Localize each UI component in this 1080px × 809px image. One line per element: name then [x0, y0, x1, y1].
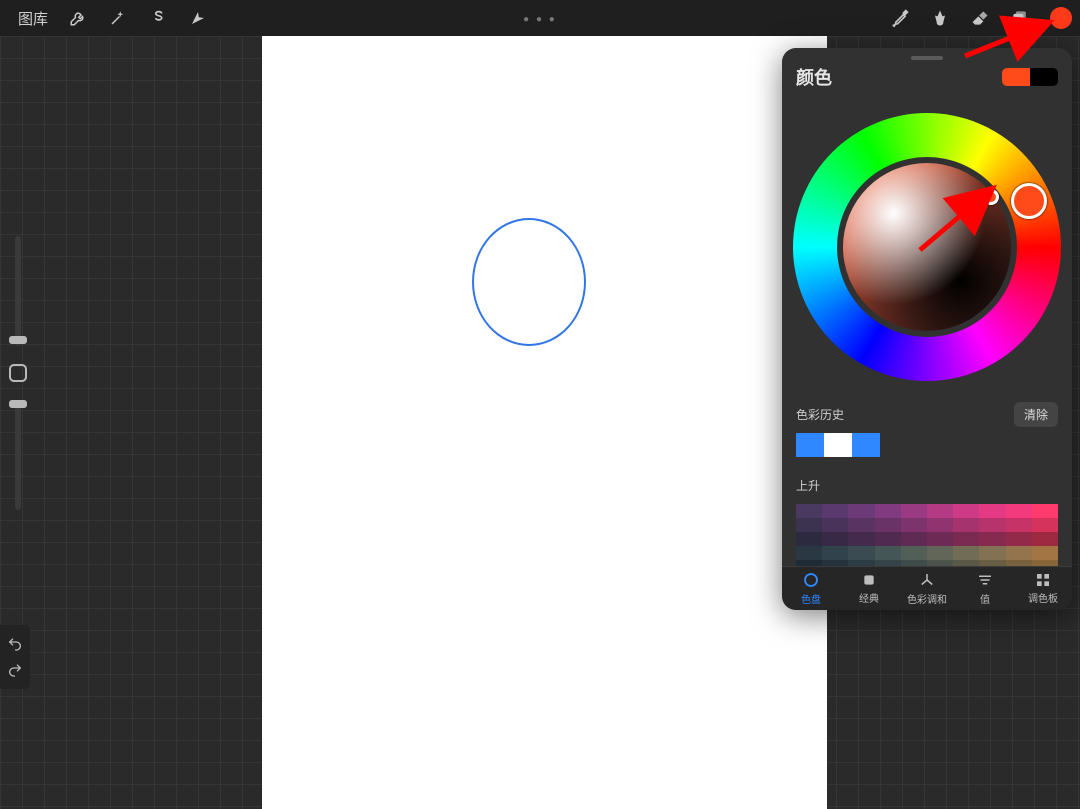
tab-label: 色盘: [801, 591, 821, 606]
trend-swatch[interactable]: [979, 532, 1005, 546]
color-panel: 颜色 色彩历史 清除 上升 色盘 经典 色彩调和 值 调色板: [782, 48, 1072, 610]
opacity-slider[interactable]: [15, 400, 21, 510]
trend-swatch[interactable]: [1006, 546, 1032, 560]
palette-icon: [1035, 572, 1051, 588]
history-swatch[interactable]: [824, 433, 852, 457]
tab-label: 调色板: [1028, 590, 1058, 605]
modify-button[interactable]: [9, 364, 27, 382]
harmony-icon: [918, 571, 936, 589]
trend-swatch[interactable]: [953, 504, 979, 518]
trend-swatch[interactable]: [796, 546, 822, 560]
color-wheel[interactable]: [782, 102, 1072, 392]
clear-history-button[interactable]: 清除: [1014, 402, 1058, 427]
history-swatch[interactable]: [796, 433, 824, 457]
drawn-ellipse-shape: [472, 218, 586, 346]
history-header-row: 色彩历史 清除: [782, 392, 1072, 433]
trend-swatch[interactable]: [875, 518, 901, 532]
trend-swatch[interactable]: [927, 518, 953, 532]
trend-swatch[interactable]: [979, 546, 1005, 560]
trend-swatch[interactable]: [822, 518, 848, 532]
trend-swatch[interactable]: [796, 504, 822, 518]
history-swatches[interactable]: [782, 433, 1072, 467]
trend-swatch[interactable]: [901, 532, 927, 546]
trend-swatch[interactable]: [953, 546, 979, 560]
tab-harmony[interactable]: 色彩调和: [898, 567, 956, 610]
color-panel-tabs: 色盘 经典 色彩调和 值 调色板: [782, 566, 1072, 610]
trend-swatch[interactable]: [927, 546, 953, 560]
trend-swatch[interactable]: [953, 518, 979, 532]
trend-swatch[interactable]: [901, 518, 927, 532]
undo-redo-group: [0, 625, 30, 689]
top-toolbar-right: [880, 0, 1080, 36]
top-dots-icon: ● ● ●: [523, 14, 557, 25]
selection-s-icon[interactable]: [138, 0, 178, 36]
trend-swatch[interactable]: [927, 532, 953, 546]
tab-classic[interactable]: 经典: [840, 567, 898, 610]
redo-button[interactable]: [0, 657, 30, 683]
tab-label: 经典: [859, 590, 879, 605]
top-toolbar: 图库 ● ● ●: [0, 0, 1080, 36]
saturation-handle[interactable]: [983, 189, 999, 205]
trend-swatch[interactable]: [953, 532, 979, 546]
trend-swatch[interactable]: [875, 546, 901, 560]
hue-handle[interactable]: [1011, 183, 1047, 219]
trend-swatch[interactable]: [901, 504, 927, 518]
trend-swatch[interactable]: [927, 504, 953, 518]
trend-swatch[interactable]: [979, 504, 1005, 518]
undo-button[interactable]: [0, 631, 30, 657]
trend-swatch[interactable]: [1006, 532, 1032, 546]
gallery-button[interactable]: 图库: [8, 8, 58, 29]
canvas[interactable]: [262, 36, 827, 809]
tab-disc[interactable]: 色盘: [782, 567, 840, 610]
saturation-disc[interactable]: [843, 163, 1011, 331]
trend-swatch[interactable]: [848, 532, 874, 546]
adjust-wand-icon[interactable]: [98, 0, 138, 36]
trend-swatch[interactable]: [1032, 532, 1058, 546]
layers-icon[interactable]: [1000, 0, 1040, 36]
brush-icon[interactable]: [880, 0, 920, 36]
trend-swatch[interactable]: [848, 546, 874, 560]
tab-label: 色彩调和: [907, 591, 947, 606]
left-side-rail: [4, 236, 32, 510]
trend-swatch[interactable]: [875, 532, 901, 546]
value-icon: [976, 571, 994, 589]
trend-swatch[interactable]: [1006, 518, 1032, 532]
transform-arrow-icon[interactable]: [178, 0, 218, 36]
brush-size-slider[interactable]: [15, 236, 21, 346]
trend-swatch[interactable]: [796, 532, 822, 546]
trend-swatch[interactable]: [796, 518, 822, 532]
tab-label: 值: [980, 591, 990, 606]
tab-value[interactable]: 值: [956, 567, 1014, 610]
trend-swatch[interactable]: [901, 546, 927, 560]
top-toolbar-left: 图库: [0, 0, 218, 36]
trend-swatch[interactable]: [848, 518, 874, 532]
trend-swatch[interactable]: [822, 504, 848, 518]
trend-swatch[interactable]: [979, 518, 1005, 532]
trend-swatch[interactable]: [1032, 518, 1058, 532]
trend-swatch[interactable]: [875, 504, 901, 518]
smudge-icon[interactable]: [920, 0, 960, 36]
trend-swatch[interactable]: [1032, 546, 1058, 560]
tab-palette[interactable]: 调色板: [1014, 567, 1072, 610]
current-color-button[interactable]: [1050, 7, 1072, 29]
disc-icon: [802, 571, 820, 589]
trend-swatch[interactable]: [1032, 504, 1058, 518]
eraser-icon[interactable]: [960, 0, 1000, 36]
classic-icon: [861, 572, 877, 588]
history-label: 色彩历史: [796, 406, 844, 423]
actions-wrench-icon[interactable]: [58, 0, 98, 36]
history-swatch[interactable]: [852, 433, 880, 457]
trending-header-row: 上升: [782, 467, 1072, 500]
color-panel-header: 颜色: [782, 64, 1072, 102]
trend-swatch[interactable]: [822, 532, 848, 546]
trend-swatch[interactable]: [1006, 504, 1032, 518]
color-panel-title: 颜色: [796, 64, 832, 90]
trend-swatch[interactable]: [822, 546, 848, 560]
trending-label: 上升: [796, 477, 820, 494]
trend-swatch[interactable]: [848, 504, 874, 518]
panel-grab-handle[interactable]: [911, 56, 943, 60]
swatch-pair[interactable]: [1002, 68, 1058, 86]
